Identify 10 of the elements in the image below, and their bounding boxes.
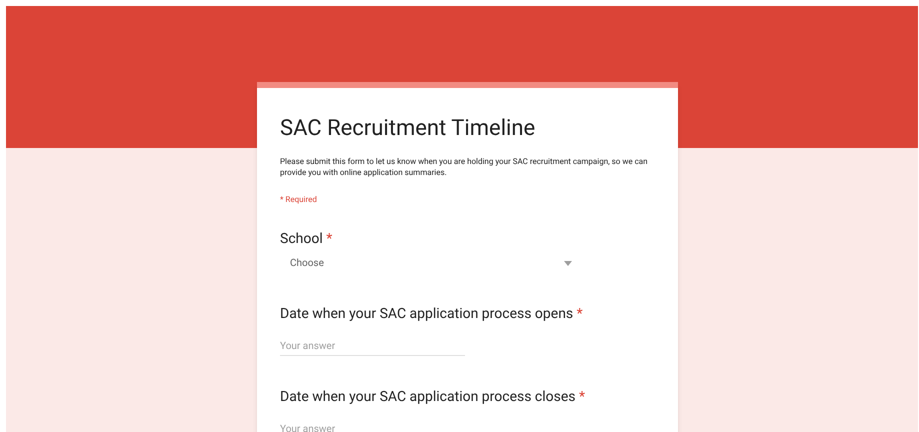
question-label: Date when your SAC application process closes * <box>280 388 586 406</box>
school-dropdown[interactable]: Choose <box>280 253 576 273</box>
answer-field[interactable]: Your answer <box>280 421 465 432</box>
required-note: * Required <box>280 194 318 206</box>
caret-icon <box>564 260 572 266</box>
question-label: School * <box>280 230 334 248</box>
answer-field[interactable]: Your answer <box>280 338 465 356</box>
question-label: Date when your SAC application process opens * <box>280 305 584 323</box>
form-title: SAC Recruitment Timeline <box>280 115 536 143</box>
form-description: Please submit this form to let us know when you are holding your SAC recruitment campaign, so we can provide you with online application summaries. <box>280 156 649 178</box>
